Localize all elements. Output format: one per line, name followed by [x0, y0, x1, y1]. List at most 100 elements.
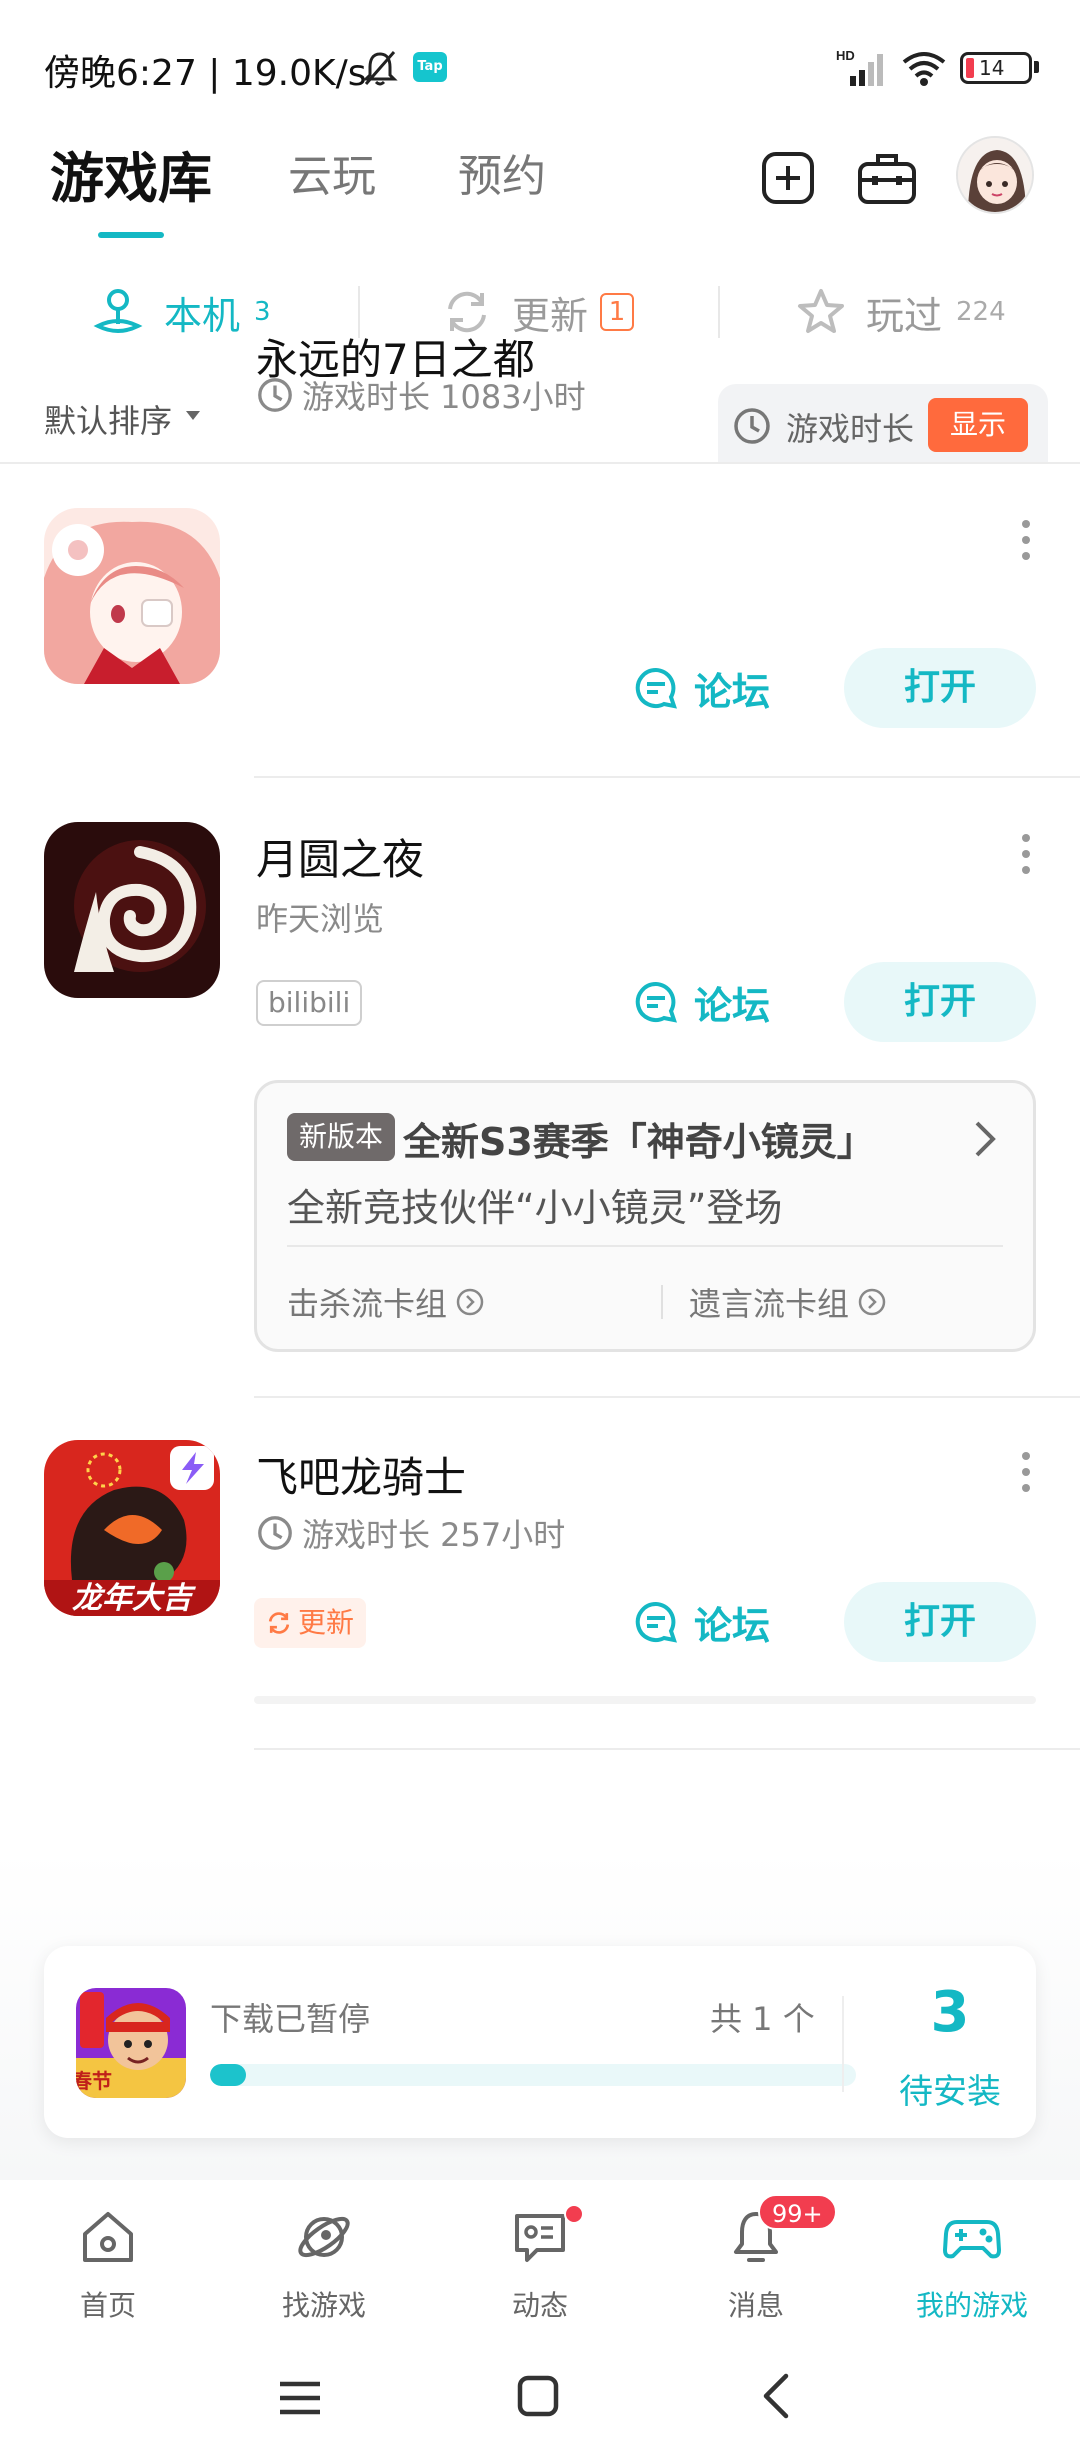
game-title[interactable]: 月圆之夜 [256, 826, 424, 887]
pending-install-label[interactable]: 待安装 [862, 2064, 1038, 2113]
home-icon [83, 2212, 133, 2262]
toolbox-icon[interactable] [856, 150, 918, 206]
forum-chat-icon [635, 1601, 677, 1643]
news-link-divider [661, 1285, 663, 1319]
local-device-icon [93, 289, 143, 333]
forum-button[interactable]: 论坛 [634, 962, 770, 1042]
open-game-button[interactable]: 打开 [844, 648, 1036, 728]
subway-surfer-art: 春节 [76, 1988, 186, 2098]
bilibili-tag: bilibili [256, 980, 363, 1026]
nav-label: 找游戏 [281, 2289, 366, 2322]
tab-game-library[interactable]: 游戏库 [50, 134, 212, 213]
list-divider [254, 1396, 1080, 1398]
subtab-played-label: 玩过 [866, 293, 943, 338]
subtab-played-count: 224 [956, 297, 1006, 327]
game-title[interactable]: 飞吧龙骑士 [256, 1444, 466, 1505]
nav-label: 消息 [727, 2289, 784, 2322]
status-time-speed: 傍晚6:27 | 19.0K/s [44, 53, 367, 94]
news-link-kill-deck[interactable]: 击杀流卡组 [287, 1279, 485, 1325]
sort-dropdown[interactable]: 默认排序 [44, 396, 172, 442]
news-card[interactable]: 新版本 全新S3赛季「神奇小镜灵」 全新竞技伙伴“小小镜灵”登场 击杀流卡组 遗… [254, 1080, 1036, 1352]
more-options-icon[interactable] [1018, 518, 1034, 562]
icon-caption: 龙年大吉 [72, 1581, 196, 1616]
open-game-button[interactable]: 打开 [844, 1582, 1036, 1662]
gamepad-icon [943, 2220, 1001, 2259]
game-icon-seven-days[interactable] [44, 508, 220, 684]
news-link-label: 遗言流卡组 [689, 1285, 850, 1323]
update-available-tag[interactable]: 更新 [254, 1598, 367, 1648]
signal-icon: HD [836, 48, 883, 86]
nav-my-games[interactable]: 我的游戏 [864, 2180, 1080, 2330]
more-options-icon[interactable] [1018, 1450, 1034, 1494]
back-icon[interactable] [760, 2372, 790, 2420]
tab-cloud-play[interactable]: 云玩 [288, 140, 376, 204]
add-game-icon[interactable] [760, 150, 816, 206]
nav-messages[interactable]: 99+ 消息 [648, 2180, 864, 2330]
user-avatar[interactable] [956, 136, 1034, 214]
new-version-badge: 新版本 [287, 1113, 396, 1161]
planet-icon [298, 2216, 350, 2258]
subtab-divider [718, 286, 720, 338]
menu-icon[interactable] [278, 2378, 322, 2418]
forum-label: 论坛 [694, 983, 771, 1028]
collapsed-panel-edge [254, 1696, 1036, 1704]
updates-count-badge: 1 [600, 293, 635, 331]
star-icon [798, 289, 844, 333]
mute-bell-icon [362, 51, 398, 86]
news-body: 全新竞技伙伴“小小镜灵”登场 [287, 1186, 783, 1230]
list-divider [254, 776, 1080, 778]
news-link-label: 击杀流卡组 [287, 1285, 448, 1323]
news-link-lastwords-deck[interactable]: 遗言流卡组 [689, 1279, 887, 1325]
duration-label: 游戏时长 [786, 410, 915, 448]
game-playtime-text: 游戏时长 257小时 [302, 1516, 566, 1554]
active-tab-indicator [98, 232, 164, 238]
game-playtime-text: 游戏时长 1083小时 [302, 378, 586, 416]
clock-icon [258, 378, 292, 412]
tab-reservation[interactable]: 预约 [458, 140, 546, 204]
circle-arrow-icon [456, 1288, 484, 1316]
refresh-icon [268, 1612, 290, 1634]
game-icon-full-moon-night[interactable] [44, 822, 220, 998]
feed-icon [515, 2214, 565, 2262]
download-divider [842, 1996, 844, 2092]
forum-chat-icon [635, 981, 677, 1023]
nav-feed[interactable]: 动态 [432, 2180, 648, 2330]
subtab-played[interactable]: 玩过 224 [796, 282, 1006, 342]
subtab-local[interactable]: 本机 3 [92, 282, 271, 342]
unread-dot [564, 2204, 584, 2224]
system-navigation-bar [0, 2330, 1080, 2460]
download-count: 共 1 个 [710, 2000, 815, 2038]
clock-icon [734, 408, 770, 444]
tap-notification-icon: Tap [413, 52, 447, 82]
battery-tip [1034, 61, 1039, 73]
game-art-seven-days [44, 508, 220, 684]
game-art-dragon-rider: 龙年大吉 [44, 1440, 220, 1616]
show-duration-button[interactable]: 显示 [928, 398, 1028, 452]
battery-level: 14 [979, 56, 1005, 80]
forum-button[interactable]: 论坛 [634, 648, 770, 728]
section-divider [0, 462, 1080, 464]
open-game-button[interactable]: 打开 [844, 962, 1036, 1042]
forum-button[interactable]: 论坛 [634, 1582, 770, 1662]
more-options-icon[interactable] [1018, 832, 1034, 876]
forum-label: 论坛 [694, 669, 771, 714]
download-progress-fill [210, 2064, 246, 2086]
status-bar: 傍晚6:27 | 19.0K/s Tap HD 14 [0, 0, 1080, 130]
news-title: 全新S3赛季「神奇小镜灵」 [403, 1120, 875, 1164]
download-status: 下载已暂停 [210, 2000, 371, 2038]
game-playtime: 游戏时长 257小时 [256, 1510, 565, 1556]
chevron-right-icon [975, 1121, 996, 1157]
nav-home[interactable]: 首页 [0, 2180, 216, 2330]
nav-discover[interactable]: 找游戏 [216, 2180, 432, 2330]
update-tag-label: 更新 [298, 1606, 355, 1639]
home-button-icon[interactable] [516, 2374, 560, 2418]
downloading-game-icon: 春节 [76, 1988, 186, 2098]
avatar-image [958, 138, 1032, 212]
game-icon-dragon-rider[interactable]: 龙年大吉 [44, 1440, 220, 1616]
battery-icon: 14 [960, 52, 1032, 84]
download-manager-card[interactable]: 春节 下载已暂停 共 1 个 3 待安装 [44, 1946, 1036, 2138]
pending-install-count[interactable]: 3 [862, 1980, 1038, 2045]
game-playtime: 游戏时长 1083小时 [256, 372, 586, 418]
game-last-viewed: 昨天浏览 [256, 900, 385, 938]
nav-label: 首页 [79, 2289, 136, 2322]
